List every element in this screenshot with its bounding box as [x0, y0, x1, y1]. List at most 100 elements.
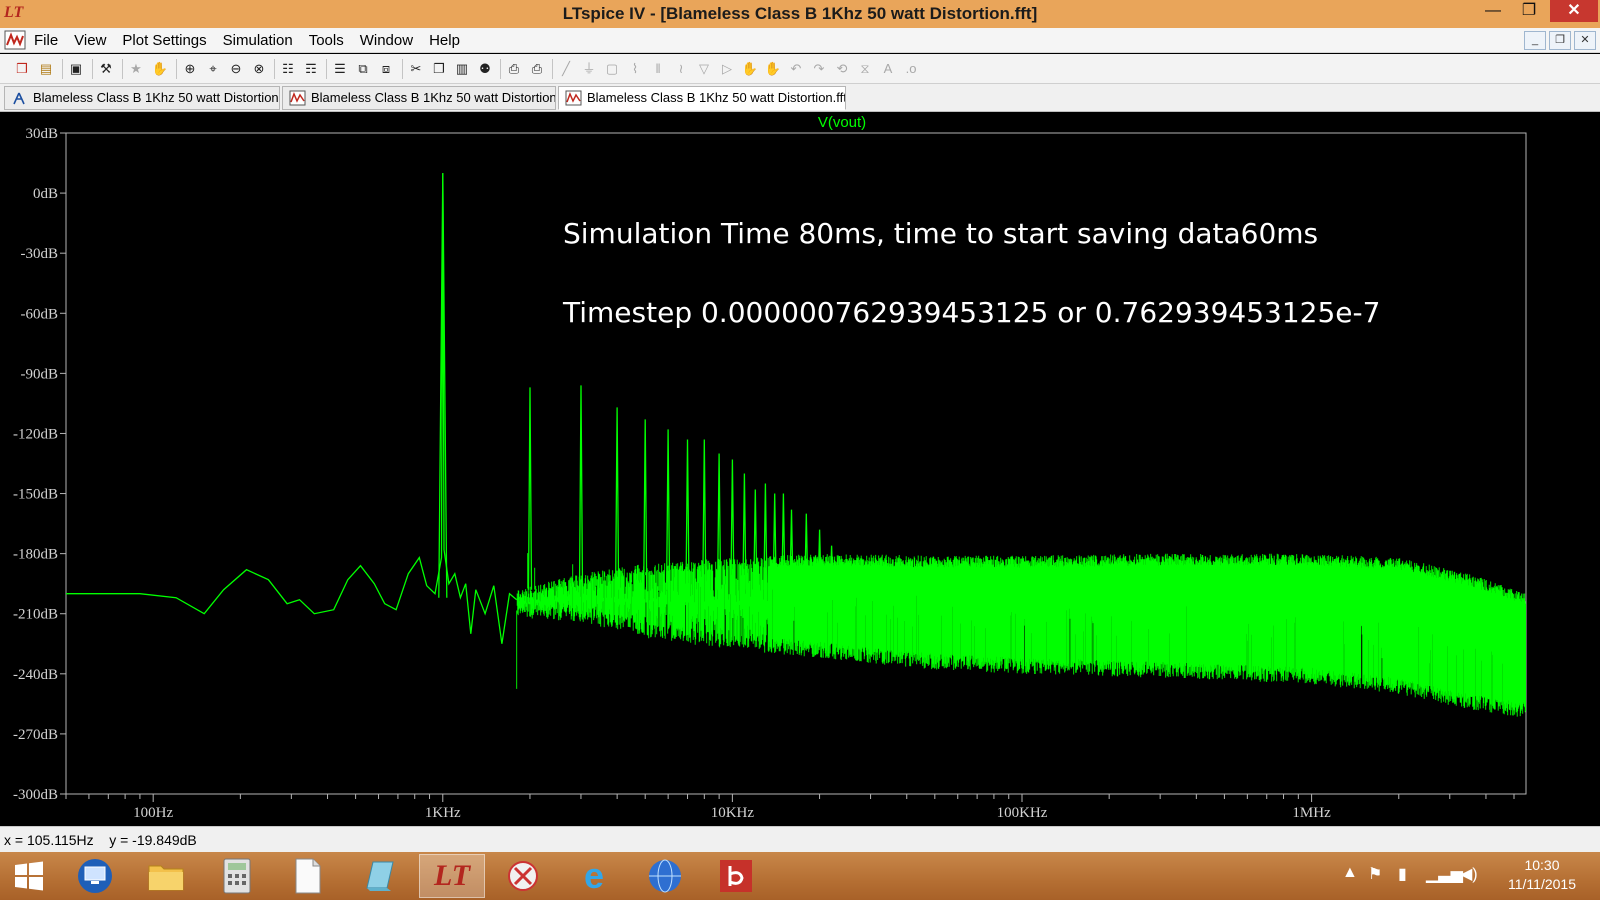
- show-hidden-icons-icon[interactable]: ▲: [1342, 864, 1358, 882]
- autorange-icon[interactable]: ☷: [278, 59, 298, 79]
- noise-floor: [516, 553, 1526, 717]
- tile-horizontal-icon[interactable]: ☰: [330, 59, 350, 79]
- maximize-button[interactable]: ❐: [1512, 0, 1546, 22]
- menu-simulation[interactable]: Simulation: [223, 32, 293, 49]
- capacitor-icon[interactable]: ‖: [648, 59, 668, 79]
- windows-start-icon[interactable]: [4, 854, 54, 898]
- action-center-flag-icon[interactable]: ⚑: [1368, 864, 1382, 884]
- tab-fft[interactable]: Blameless Class B 1Khz 50 watt Distortio…: [558, 86, 846, 110]
- paste-icon[interactable]: ▥: [452, 59, 472, 79]
- y-tick-label: -150dB: [13, 487, 58, 503]
- mdi-restore-button[interactable]: ❐: [1549, 31, 1571, 50]
- globe-icon[interactable]: [632, 854, 698, 898]
- minimize-button[interactable]: —: [1476, 0, 1510, 22]
- menu-view[interactable]: View: [74, 32, 106, 49]
- text-icon[interactable]: A: [878, 59, 898, 79]
- clock-time: 10:30: [1524, 857, 1560, 873]
- harmonic-peak: [614, 407, 620, 590]
- close-windows-icon[interactable]: ⧈: [376, 59, 396, 79]
- fft-icon: [565, 90, 582, 106]
- zoom-out-icon[interactable]: ⊖: [226, 59, 246, 79]
- tab-label: Blameless Class B 1Khz 50 watt Distortio…: [33, 90, 279, 105]
- cursor-readout: x = 105.115Hz y = -19.849dB: [4, 832, 197, 848]
- x-tick-label: 1KHz: [425, 805, 461, 821]
- harmonic-peak: [643, 419, 648, 590]
- menu-help[interactable]: Help: [429, 32, 460, 49]
- document-icon[interactable]: [275, 854, 341, 898]
- drag-icon[interactable]: ✋: [763, 59, 783, 79]
- component-icon[interactable]: ▷: [717, 59, 737, 79]
- halt-icon[interactable]: ✋: [150, 59, 170, 79]
- status-bar: x = 105.115Hz y = -19.849dB: [0, 826, 1600, 852]
- network-signal-icon[interactable]: ▁▃▅: [1426, 864, 1463, 884]
- annotation-text: Timestep 0.000000762939453125 or 0.76293…: [562, 296, 1380, 329]
- print-setup-icon[interactable]: ⎙: [504, 59, 524, 79]
- taskbar-clock[interactable]: 10:30 11/11/2015: [1490, 856, 1594, 894]
- save-icon[interactable]: ▣: [66, 59, 86, 79]
- y-tick-label: -30dB: [21, 246, 59, 262]
- resistor-icon[interactable]: ⌇: [625, 59, 645, 79]
- fft-plot-pane[interactable]: 30dB 0dB -30dB -60dB -90dB -120dB -150dB -180dB…: [0, 112, 1600, 826]
- menu-window[interactable]: Window: [360, 32, 413, 49]
- fft-chart[interactable]: 30dB 0dB -30dB -60dB -90dB -120dB -150dB -180dB…: [0, 112, 1600, 826]
- remote-desktop-icon[interactable]: [62, 854, 128, 898]
- volume-icon[interactable]: ◀): [1460, 864, 1478, 884]
- y-tick-label: -240dB: [13, 667, 58, 683]
- print-icon[interactable]: ⎙: [527, 59, 547, 79]
- x-tick-label: 1MHz: [1292, 805, 1331, 821]
- waveform-doc-icon[interactable]: [4, 30, 26, 50]
- run-icon[interactable]: ★: [126, 59, 146, 79]
- undo-icon[interactable]: ↶: [786, 59, 806, 79]
- battery-icon[interactable]: ▮: [1398, 864, 1407, 884]
- move-icon[interactable]: ✋: [740, 59, 760, 79]
- cursor-y: y = -19.849dB: [109, 832, 197, 848]
- close-button[interactable]: ✕: [1550, 0, 1598, 22]
- harmonic-peak: [527, 387, 533, 590]
- window-title: LTspice IV - [Blameless Class B 1Khz 50 …: [562, 4, 1038, 23]
- notepad-icon[interactable]: [346, 854, 412, 898]
- mdi-minimize-button[interactable]: _: [1524, 31, 1546, 50]
- rotate-icon[interactable]: ⟲: [832, 59, 852, 79]
- control-panel-icon[interactable]: ⚒: [96, 59, 116, 79]
- y-tick-label: 30dB: [25, 126, 58, 142]
- acrobat-icon[interactable]: [703, 854, 769, 898]
- x-tick-label: 100KHz: [997, 805, 1048, 821]
- zoom-in-icon[interactable]: ⊕: [180, 59, 200, 79]
- cursor-x: x = 105.115Hz: [4, 832, 94, 848]
- schematic-icon: [13, 92, 25, 105]
- y-tick-label: 0dB: [33, 186, 58, 202]
- label-net-icon[interactable]: ▢: [602, 59, 622, 79]
- open-folder-icon[interactable]: ▤: [36, 59, 56, 79]
- waveform-icon: [289, 90, 306, 106]
- y-tick-label: -90dB: [21, 366, 59, 382]
- harmonic-peak: [438, 173, 448, 598]
- mirror-icon[interactable]: ⧖: [855, 59, 875, 79]
- y-tick-label: -60dB: [21, 306, 59, 322]
- wire-icon[interactable]: ╱: [556, 59, 576, 79]
- y-tick-label: -300dB: [13, 787, 58, 803]
- internet-explorer-icon[interactable]: e: [561, 854, 627, 898]
- calculator-icon[interactable]: [204, 854, 270, 898]
- find-icon[interactable]: ⚉: [475, 59, 495, 79]
- menu-tools[interactable]: Tools: [309, 32, 344, 49]
- cascade-icon[interactable]: ⧉: [353, 59, 373, 79]
- copy-icon[interactable]: ❐: [429, 59, 449, 79]
- snipping-tool-icon[interactable]: [490, 854, 556, 898]
- redo-icon[interactable]: ↷: [809, 59, 829, 79]
- file-explorer-icon[interactable]: [133, 854, 199, 898]
- tab-schematic[interactable]: Blameless Class B 1Khz 50 watt Distortio…: [4, 86, 280, 110]
- new-schematic-icon[interactable]: ❒: [12, 59, 32, 79]
- mdi-close-button[interactable]: ✕: [1574, 31, 1596, 50]
- zoom-fit-icon[interactable]: ⊗: [249, 59, 269, 79]
- spice-directive-icon[interactable]: .o: [901, 59, 921, 79]
- cut-icon[interactable]: ✂: [406, 59, 426, 79]
- menu-plot-settings[interactable]: Plot Settings: [122, 32, 206, 49]
- ground-icon[interactable]: ⏚: [579, 59, 599, 79]
- inductor-icon[interactable]: ≀: [671, 59, 691, 79]
- tab-waveform[interactable]: Blameless Class B 1Khz 50 watt Distortio…: [282, 86, 556, 110]
- pan-icon[interactable]: ⌖: [203, 59, 223, 79]
- menu-file[interactable]: File: [34, 32, 58, 49]
- ltspice-icon[interactable]: LT: [419, 854, 485, 898]
- diode-icon[interactable]: ▽: [694, 59, 714, 79]
- grid-icon[interactable]: ☶: [301, 59, 321, 79]
